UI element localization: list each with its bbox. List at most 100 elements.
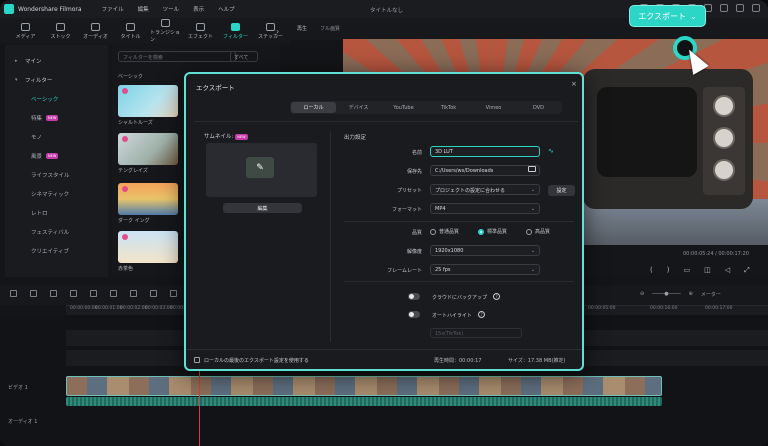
- folder-icon[interactable]: [528, 166, 536, 172]
- zoom-out-icon[interactable]: ⊖: [640, 291, 644, 298]
- tab-youtube[interactable]: YouTube: [381, 102, 426, 113]
- cut-icon[interactable]: [90, 290, 97, 297]
- sidebar-item-cinematic[interactable]: シネマティック: [5, 184, 108, 203]
- framerate-select[interactable]: 25 fps ⌄: [430, 264, 540, 275]
- fit-icon[interactable]: [150, 290, 157, 297]
- favorite-icon[interactable]: [122, 136, 128, 142]
- filter-thumbnail[interactable]: [118, 231, 178, 263]
- name-input[interactable]: 3D LUT: [430, 146, 540, 157]
- tool-title[interactable]: タイトル: [115, 18, 146, 44]
- sidebar-item-mono[interactable]: モノ: [5, 127, 108, 146]
- divider: [194, 121, 578, 122]
- chevron-right-icon[interactable]: ›: [276, 27, 279, 36]
- tool-label: オーディオ: [83, 33, 108, 40]
- favorite-icon[interactable]: [122, 88, 128, 94]
- radio-icon: [430, 228, 436, 235]
- tool-label: フィルター: [223, 33, 248, 40]
- maximize-icon[interactable]: [736, 4, 744, 12]
- category-filter-select[interactable]: すべて: [230, 51, 258, 62]
- preset-label: プリセット: [396, 188, 422, 194]
- menu-tools[interactable]: ツール: [163, 5, 180, 13]
- tool-transition[interactable]: トランジション: [150, 18, 181, 44]
- audio-track-label: オーディオ 1: [8, 419, 38, 425]
- sidebar-item-mine[interactable]: ▸ マイン: [5, 51, 108, 70]
- sidebar-item-filter[interactable]: ▾ フィルター: [5, 70, 108, 89]
- favorite-icon[interactable]: [122, 186, 128, 192]
- ai-rename-icon[interactable]: ∿: [548, 147, 554, 155]
- volume-icon[interactable]: ◁: [725, 266, 730, 275]
- help-icon[interactable]: ?: [478, 311, 485, 318]
- format-select[interactable]: MP4 ⌄: [430, 203, 540, 214]
- tool-media[interactable]: メディア: [10, 18, 41, 44]
- cloud-backup-toggle[interactable]: [408, 293, 420, 300]
- tab-dvd[interactable]: DVD: [516, 102, 561, 113]
- close-icon[interactable]: [752, 4, 760, 12]
- mark-out-icon[interactable]: ): [667, 266, 670, 275]
- audio-waveform[interactable]: [66, 397, 662, 406]
- sidebar-item-basic[interactable]: ベーシック: [5, 89, 108, 108]
- filter-thumbnail[interactable]: [118, 85, 178, 117]
- format-value: MP4: [435, 206, 446, 212]
- quality-high-radio[interactable]: 高品質: [526, 228, 550, 235]
- menu-view[interactable]: 表示: [193, 5, 204, 13]
- menu-file[interactable]: ファイル: [102, 5, 124, 13]
- tool-label: トランジション: [150, 30, 181, 43]
- crop-icon[interactable]: [110, 290, 117, 297]
- edit-thumbnail-button[interactable]: 編集: [223, 203, 302, 213]
- filter-thumbnail[interactable]: [118, 133, 178, 165]
- search-input[interactable]: フィルターを検索: [118, 51, 236, 62]
- select-icon[interactable]: [30, 290, 37, 297]
- delete-icon[interactable]: [70, 290, 77, 297]
- filter-name: テングレイズ: [118, 168, 148, 174]
- tool-label: ステッカー: [257, 33, 283, 40]
- resolution-select[interactable]: 1920x1080 ⌄: [430, 245, 540, 256]
- sidebar-item-creative[interactable]: クリエイティブ: [5, 241, 108, 260]
- audio-edit-icon[interactable]: [170, 290, 177, 297]
- preset-settings-button[interactable]: 設定: [548, 185, 575, 196]
- tab-vimeo[interactable]: Vimeo: [471, 102, 516, 113]
- tool-filter[interactable]: フィルター: [220, 18, 251, 44]
- tool-effect[interactable]: エフェクト: [185, 18, 216, 44]
- meter-toggle[interactable]: メーター: [701, 291, 721, 298]
- sidebar-item-festival[interactable]: フェスティバル: [5, 222, 108, 241]
- help-icon[interactable]: ?: [493, 293, 500, 300]
- quality-standard-radio[interactable]: 標準品質: [478, 228, 507, 235]
- layout-icon[interactable]: [10, 290, 17, 297]
- export-button[interactable]: エクスポート ⌄: [629, 5, 706, 27]
- auto-highlight-toggle[interactable]: [408, 311, 420, 318]
- tab-local[interactable]: ローカル: [291, 102, 336, 113]
- close-icon[interactable]: ×: [571, 80, 577, 88]
- tool-stock[interactable]: ストック: [45, 18, 76, 44]
- menu-edit[interactable]: 編集: [138, 5, 149, 13]
- snapshot-icon[interactable]: ◫: [704, 266, 711, 275]
- tab-device[interactable]: デバイス: [336, 102, 381, 113]
- menu-help[interactable]: ヘルプ: [218, 5, 235, 13]
- sidebar-item-landscape[interactable]: 風景 NEW: [5, 146, 108, 165]
- sidebar-item-lifestyle[interactable]: ライフスタイル: [5, 165, 108, 184]
- favorite-icon[interactable]: [122, 234, 128, 240]
- text-icon[interactable]: [130, 290, 137, 297]
- display-icon[interactable]: ▭: [683, 266, 690, 275]
- filter-thumbnail[interactable]: [118, 183, 178, 215]
- zoom-in-icon[interactable]: ⊕: [689, 291, 693, 298]
- quality-normal-radio[interactable]: 普通品質: [430, 228, 459, 235]
- use-last-settings-checkbox[interactable]: [194, 357, 200, 363]
- tab-tiktok[interactable]: TikTok: [426, 102, 471, 113]
- filter-name: 赤茶色: [118, 266, 134, 272]
- divider: [330, 132, 331, 342]
- video-clip[interactable]: [66, 376, 662, 396]
- zoom-slider[interactable]: ────●────: [652, 291, 680, 298]
- minimize-icon[interactable]: [720, 4, 728, 12]
- undo-icon[interactable]: [50, 290, 57, 297]
- save-location-input[interactable]: C:/Users/ws/Downloads: [430, 165, 540, 176]
- sidebar-item-featured[interactable]: 特集 NEW: [5, 108, 108, 127]
- fullscreen-icon[interactable]: ⤢: [744, 266, 750, 275]
- tool-sticker[interactable]: ステッカー: [255, 18, 286, 44]
- preset-select[interactable]: プロジェクトの設定に合わせる ⌄: [430, 184, 540, 195]
- sidebar-item-retro[interactable]: レトロ: [5, 203, 108, 222]
- quality-select[interactable]: フル画質: [320, 25, 340, 32]
- sidebar-item-label: シネマティック: [31, 191, 70, 198]
- caret-right-icon: ▸: [15, 57, 18, 64]
- tool-audio[interactable]: オーディオ: [80, 18, 111, 44]
- mark-in-icon[interactable]: (: [650, 266, 653, 275]
